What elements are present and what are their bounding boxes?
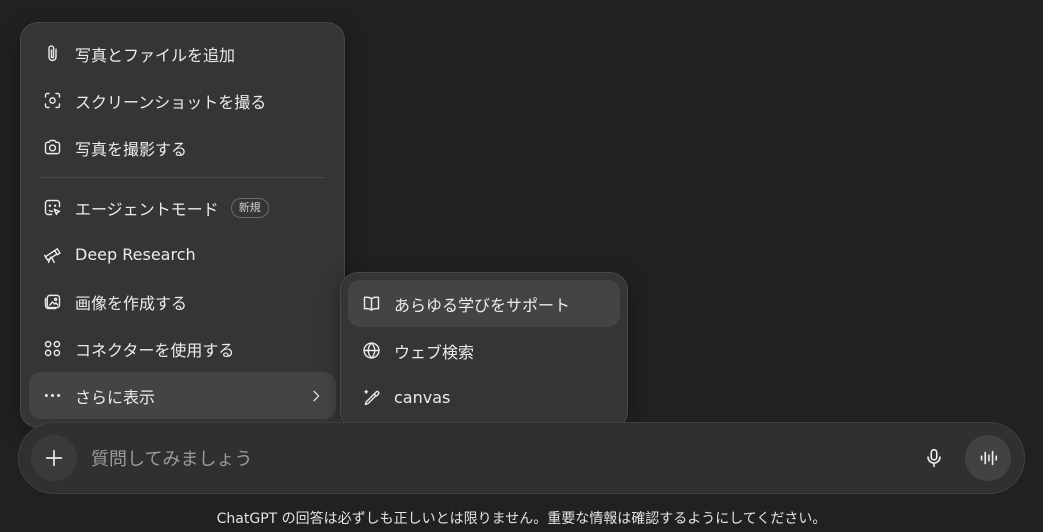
- disclaimer-text: ChatGPT の回答は必ずしも正しいとは限りません。重要な情報は確認するように…: [216, 511, 827, 527]
- menu-item-use-connectors[interactable]: コネクターを使用する: [29, 325, 336, 372]
- menu-item-add-photos-files[interactable]: 写真とファイルを追加: [29, 30, 336, 77]
- new-badge: 新規: [230, 197, 269, 218]
- camera-icon: [41, 137, 63, 159]
- menu-item-agent-mode[interactable]: エージェントモード 新規: [29, 184, 336, 231]
- menu-item-show-more[interactable]: さらに表示: [29, 372, 336, 419]
- menu-item-label: Deep Research: [75, 245, 196, 264]
- book-open-icon: [360, 293, 382, 315]
- menu-item-label: canvas: [394, 388, 451, 407]
- composer: [18, 422, 1025, 494]
- paperclip-icon: [41, 43, 63, 65]
- pen-sparkle-icon: [360, 387, 382, 409]
- screenshot-icon: [41, 90, 63, 112]
- more-submenu: あらゆる学びをサポート ウェブ検索 canvas: [340, 272, 628, 430]
- attach-menu: 写真とファイルを追加 スクリーンショットを撮る 写真を撮影する エージェントモー…: [20, 22, 345, 428]
- voice-waveform-icon: [980, 450, 998, 466]
- microphone-icon: [927, 448, 941, 468]
- voice-mode-button[interactable]: [965, 435, 1011, 481]
- menu-item-label: 写真を撮影する: [75, 139, 188, 159]
- menu-item-take-photo[interactable]: 写真を撮影する: [29, 124, 336, 171]
- menu-item-label: エージェントモード: [75, 199, 219, 219]
- menu-item-label: さらに表示: [75, 387, 156, 407]
- menu-item-study-support[interactable]: あらゆる学びをサポート: [348, 280, 620, 327]
- menu-item-screenshot[interactable]: スクリーンショットを撮る: [29, 77, 336, 124]
- globe-icon: [360, 340, 382, 362]
- menu-item-label: 写真とファイルを追加: [75, 45, 236, 65]
- menu-item-label: スクリーンショットを撮る: [75, 92, 267, 112]
- agent-icon: [41, 197, 63, 219]
- plus-icon: [45, 449, 63, 467]
- image-create-icon: [41, 291, 63, 313]
- telescope-icon: [41, 244, 63, 266]
- menu-item-label: ウェブ検索: [394, 342, 475, 362]
- menu-item-deep-research[interactable]: Deep Research: [29, 231, 336, 278]
- menu-item-canvas[interactable]: canvas: [348, 374, 620, 421]
- dictate-button[interactable]: [916, 440, 952, 476]
- menu-item-label: 画像を作成する: [75, 293, 188, 313]
- menu-item-create-image[interactable]: 画像を作成する: [29, 278, 336, 325]
- menu-item-label: コネクターを使用する: [75, 340, 235, 360]
- more-dots-icon: [41, 385, 63, 407]
- connectors-icon: [41, 338, 63, 360]
- menu-item-label: あらゆる学びをサポート: [394, 295, 571, 315]
- chevron-right-icon: [308, 388, 324, 404]
- menu-item-web-search[interactable]: ウェブ検索: [348, 327, 620, 374]
- add-attachment-button[interactable]: [31, 435, 77, 481]
- prompt-input[interactable]: [89, 441, 873, 477]
- menu-divider: [41, 177, 324, 178]
